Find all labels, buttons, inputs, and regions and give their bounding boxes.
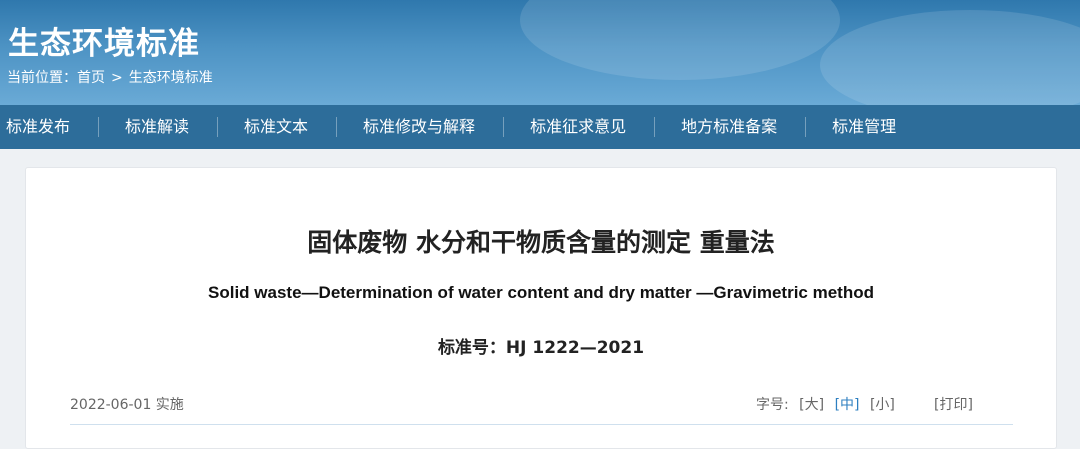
banner-decoration [520,0,840,80]
breadcrumb-current[interactable]: 生态环境标准 [129,70,213,86]
font-small-button[interactable]: [小] [870,397,895,413]
nav-item-standard-interpretation[interactable]: 标准解读 [99,117,219,137]
nav-item-standard-release[interactable]: 标准发布 [0,117,100,137]
breadcrumb: 当前位置：首页 > 生态环境标准 [7,67,213,87]
banner-decoration [820,10,1080,105]
document-card: 固体废物 水分和干物质含量的测定 重量法 Solid waste—Determi… [25,167,1057,449]
nav-item-local-standard-filing[interactable]: 地方标准备案 [655,117,807,137]
breadcrumb-home-link[interactable]: 首页 [77,70,105,86]
effective-date: 2022-06-01 实施 [70,397,184,413]
nav-item-standard-management[interactable]: 标准管理 [806,117,924,137]
standard-number: 标准号：HJ 1222—2021 [437,338,645,358]
site-title: 生态环境标准 [8,26,200,62]
nav-item-standard-consultation[interactable]: 标准征求意见 [504,117,656,137]
main-nav: 标准发布 标准解读 标准文本 标准修改与解释 标准征求意见 地方标准备案 标准管… [0,105,1080,149]
document-title: 固体废物 水分和干物质含量的测定 重量法 [307,228,775,257]
print-button[interactable]: [打印] [934,394,973,414]
breadcrumb-separator: > [111,70,123,86]
font-medium-button[interactable]: [中] [835,397,860,413]
meta-divider [70,424,1013,425]
nav-item-standard-amendment[interactable]: 标准修改与解释 [337,117,505,137]
document-english-title: Solid waste—Determination of water conte… [208,283,874,302]
nav-item-standard-text[interactable]: 标准文本 [218,117,338,137]
font-size-label: 字号: [756,397,789,413]
font-large-button[interactable]: [大] [799,397,824,413]
header-banner: 生态环境标准 当前位置：首页 > 生态环境标准 [0,0,1080,105]
breadcrumb-label: 当前位置： [7,70,77,86]
font-size-controls: 字号: [大] [中] [小] [756,394,895,414]
